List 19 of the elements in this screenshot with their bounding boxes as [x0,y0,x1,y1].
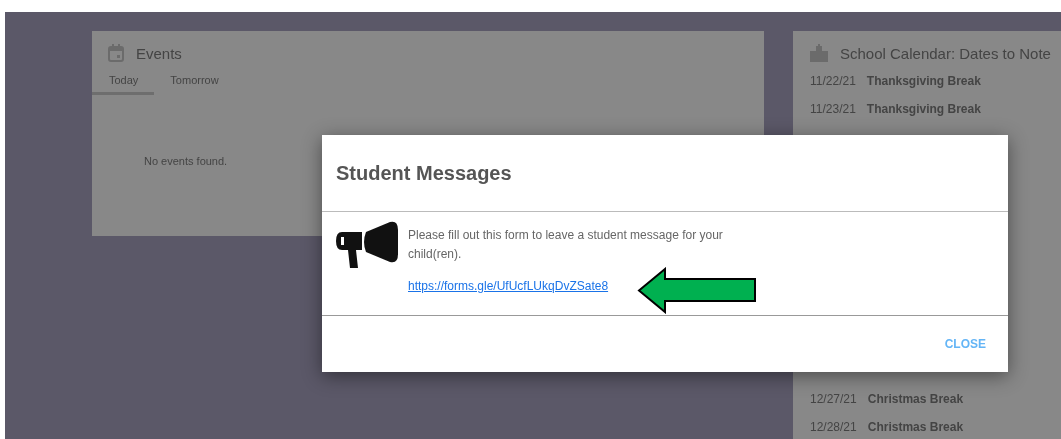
form-link[interactable]: https://forms.gle/UfUcfLUkqDvZSate8 [408,279,609,293]
tab[interactable]: Today [92,70,155,95]
date-text: 12/27/21 [810,392,857,406]
date-text: 11/22/21 [810,74,856,88]
tab[interactable]: Tomorrow [154,70,235,95]
message-text: Please fill out this form to leave a student message for your child(ren). [408,227,724,263]
building-icon [810,44,828,62]
event-name: Thanksgiving Break [866,102,981,116]
event-name: Christmas Break [867,392,964,406]
date-text: 11/23/21 [810,102,856,116]
empty-message: No events found. [144,155,229,167]
card-title: School Calendar: Dates to Note [840,44,1051,62]
calendar-icon [108,44,124,62]
date-text: 12/28/21 [810,420,857,434]
close-button[interactable]: CLOSE [940,331,990,357]
dialog-title: Student Messages [336,161,512,185]
event-name: Thanksgiving Break [866,74,981,88]
event-name: Christmas Break [867,420,964,434]
card-title: Events [136,44,182,62]
